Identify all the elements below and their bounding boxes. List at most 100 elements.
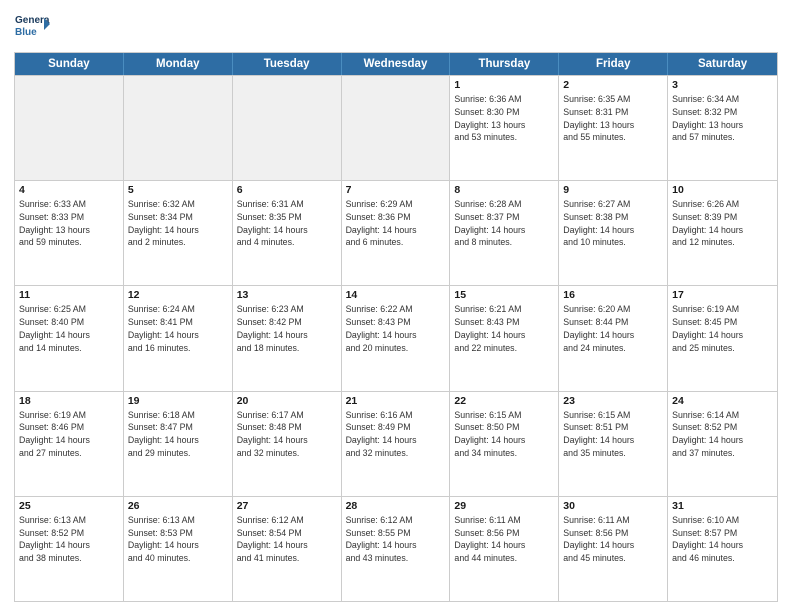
day-info: Sunrise: 6:15 AM Sunset: 8:51 PM Dayligh… (563, 409, 663, 460)
day-info: Sunrise: 6:26 AM Sunset: 8:39 PM Dayligh… (672, 198, 773, 249)
day-cell-23: 23 Sunrise: 6:15 AM Sunset: 8:51 PM Dayli… (559, 392, 668, 496)
logo-svg: General Blue (14, 10, 50, 46)
day-number: 20 (237, 395, 337, 407)
day-info: Sunrise: 6:34 AM Sunset: 8:32 PM Dayligh… (672, 93, 773, 144)
day-cell-4: 4 Sunrise: 6:33 AM Sunset: 8:33 PM Daylig… (15, 181, 124, 285)
day-number: 8 (454, 184, 554, 196)
day-info: Sunrise: 6:22 AM Sunset: 8:43 PM Dayligh… (346, 303, 446, 354)
day-info: Sunrise: 6:36 AM Sunset: 8:30 PM Dayligh… (454, 93, 554, 144)
day-info: Sunrise: 6:31 AM Sunset: 8:35 PM Dayligh… (237, 198, 337, 249)
day-cell-26: 26 Sunrise: 6:13 AM Sunset: 8:53 PM Dayli… (124, 497, 233, 601)
day-cell-empty-0-0 (15, 76, 124, 180)
calendar-header-row: SundayMondayTuesdayWednesdayThursdayFrid… (15, 53, 777, 75)
day-cell-20: 20Sunrise: 6:17 AM Sunset: 8:48 PM Dayli… (233, 392, 342, 496)
day-number: 30 (563, 500, 663, 512)
day-cell-8: 8 Sunrise: 6:28 AM Sunset: 8:37 PM Daylig… (450, 181, 559, 285)
day-cell-15: 15 Sunrise: 6:21 AM Sunset: 8:43 PM Dayli… (450, 286, 559, 390)
day-cell-empty-0-1 (124, 76, 233, 180)
weekday-header-saturday: Saturday (668, 53, 777, 75)
day-info: Sunrise: 6:14 AM Sunset: 8:52 PM Dayligh… (672, 409, 773, 460)
day-info: Sunrise: 6:29 AM Sunset: 8:36 PM Dayligh… (346, 198, 446, 249)
day-info: Sunrise: 6:19 AM Sunset: 8:45 PM Dayligh… (672, 303, 773, 354)
day-number: 22 (454, 395, 554, 407)
day-cell-30: 30Sunrise: 6:11 AM Sunset: 8:56 PM Dayli… (559, 497, 668, 601)
day-cell-19: 19Sunrise: 6:18 AM Sunset: 8:47 PM Dayli… (124, 392, 233, 496)
day-info: Sunrise: 6:16 AM Sunset: 8:49 PM Dayligh… (346, 409, 446, 460)
day-number: 9 (563, 184, 663, 196)
day-info: Sunrise: 6:13 AM Sunset: 8:53 PM Dayligh… (128, 514, 228, 565)
day-cell-2: 2Sunrise: 6:35 AM Sunset: 8:31 PM Daylig… (559, 76, 668, 180)
day-number: 7 (346, 184, 446, 196)
day-cell-7: 7 Sunrise: 6:29 AM Sunset: 8:36 PM Daylig… (342, 181, 451, 285)
day-cell-12: 12 Sunrise: 6:24 AM Sunset: 8:41 PM Dayli… (124, 286, 233, 390)
day-info: Sunrise: 6:27 AM Sunset: 8:38 PM Dayligh… (563, 198, 663, 249)
day-cell-16: 16 Sunrise: 6:20 AM Sunset: 8:44 PM Dayli… (559, 286, 668, 390)
day-number: 27 (237, 500, 337, 512)
day-info: Sunrise: 6:19 AM Sunset: 8:46 PM Dayligh… (19, 409, 119, 460)
day-cell-empty-0-3 (342, 76, 451, 180)
day-number: 17 (672, 289, 773, 301)
day-info: Sunrise: 6:35 AM Sunset: 8:31 PM Dayligh… (563, 93, 663, 144)
day-info: Sunrise: 6:20 AM Sunset: 8:44 PM Dayligh… (563, 303, 663, 354)
weekday-header-thursday: Thursday (450, 53, 559, 75)
calendar-body: 1 Sunrise: 6:36 AM Sunset: 8:30 PM Daylig… (15, 75, 777, 601)
header: General Blue (14, 10, 778, 46)
day-number: 29 (454, 500, 554, 512)
day-info: Sunrise: 6:28 AM Sunset: 8:37 PM Dayligh… (454, 198, 554, 249)
day-cell-21: 21 Sunrise: 6:16 AM Sunset: 8:49 PM Dayli… (342, 392, 451, 496)
weekday-header-monday: Monday (124, 53, 233, 75)
day-number: 15 (454, 289, 554, 301)
day-cell-9: 9 Sunrise: 6:27 AM Sunset: 8:38 PM Daylig… (559, 181, 668, 285)
day-info: Sunrise: 6:23 AM Sunset: 8:42 PM Dayligh… (237, 303, 337, 354)
day-info: Sunrise: 6:12 AM Sunset: 8:54 PM Dayligh… (237, 514, 337, 565)
calendar-row-2: 4 Sunrise: 6:33 AM Sunset: 8:33 PM Daylig… (15, 180, 777, 285)
day-number: 11 (19, 289, 119, 301)
day-number: 16 (563, 289, 663, 301)
day-number: 14 (346, 289, 446, 301)
day-info: Sunrise: 6:25 AM Sunset: 8:40 PM Dayligh… (19, 303, 119, 354)
day-number: 25 (19, 500, 119, 512)
day-cell-24: 24Sunrise: 6:14 AM Sunset: 8:52 PM Dayli… (668, 392, 777, 496)
day-cell-6: 6Sunrise: 6:31 AM Sunset: 8:35 PM Daylig… (233, 181, 342, 285)
weekday-header-friday: Friday (559, 53, 668, 75)
day-cell-empty-0-2 (233, 76, 342, 180)
calendar-row-3: 11 Sunrise: 6:25 AM Sunset: 8:40 PM Dayli… (15, 285, 777, 390)
day-info: Sunrise: 6:10 AM Sunset: 8:57 PM Dayligh… (672, 514, 773, 565)
day-cell-5: 5 Sunrise: 6:32 AM Sunset: 8:34 PM Daylig… (124, 181, 233, 285)
day-number: 31 (672, 500, 773, 512)
day-cell-31: 31 Sunrise: 6:10 AM Sunset: 8:57 PM Dayli… (668, 497, 777, 601)
day-number: 5 (128, 184, 228, 196)
calendar-row-1: 1 Sunrise: 6:36 AM Sunset: 8:30 PM Daylig… (15, 75, 777, 180)
day-cell-25: 25Sunrise: 6:13 AM Sunset: 8:52 PM Dayli… (15, 497, 124, 601)
calendar-row-5: 25Sunrise: 6:13 AM Sunset: 8:52 PM Dayli… (15, 496, 777, 601)
day-cell-17: 17 Sunrise: 6:19 AM Sunset: 8:45 PM Dayli… (668, 286, 777, 390)
logo: General Blue (14, 10, 50, 46)
day-cell-29: 29 Sunrise: 6:11 AM Sunset: 8:56 PM Dayli… (450, 497, 559, 601)
day-cell-28: 28Sunrise: 6:12 AM Sunset: 8:55 PM Dayli… (342, 497, 451, 601)
day-number: 4 (19, 184, 119, 196)
day-cell-10: 10Sunrise: 6:26 AM Sunset: 8:39 PM Dayli… (668, 181, 777, 285)
day-number: 18 (19, 395, 119, 407)
day-number: 21 (346, 395, 446, 407)
day-cell-11: 11 Sunrise: 6:25 AM Sunset: 8:40 PM Dayli… (15, 286, 124, 390)
day-number: 12 (128, 289, 228, 301)
day-number: 1 (454, 79, 554, 91)
day-info: Sunrise: 6:15 AM Sunset: 8:50 PM Dayligh… (454, 409, 554, 460)
day-info: Sunrise: 6:32 AM Sunset: 8:34 PM Dayligh… (128, 198, 228, 249)
day-number: 26 (128, 500, 228, 512)
day-cell-18: 18 Sunrise: 6:19 AM Sunset: 8:46 PM Dayli… (15, 392, 124, 496)
page: General Blue SundayMondayTuesdayWednesda… (0, 0, 792, 612)
day-cell-13: 13Sunrise: 6:23 AM Sunset: 8:42 PM Dayli… (233, 286, 342, 390)
day-info: Sunrise: 6:11 AM Sunset: 8:56 PM Dayligh… (454, 514, 554, 565)
day-number: 19 (128, 395, 228, 407)
calendar: SundayMondayTuesdayWednesdayThursdayFrid… (14, 52, 778, 602)
day-info: Sunrise: 6:33 AM Sunset: 8:33 PM Dayligh… (19, 198, 119, 249)
day-cell-22: 22 Sunrise: 6:15 AM Sunset: 8:50 PM Dayli… (450, 392, 559, 496)
day-info: Sunrise: 6:21 AM Sunset: 8:43 PM Dayligh… (454, 303, 554, 354)
svg-text:Blue: Blue (15, 27, 37, 38)
day-info: Sunrise: 6:24 AM Sunset: 8:41 PM Dayligh… (128, 303, 228, 354)
day-cell-14: 14 Sunrise: 6:22 AM Sunset: 8:43 PM Dayli… (342, 286, 451, 390)
weekday-header-tuesday: Tuesday (233, 53, 342, 75)
day-number: 23 (563, 395, 663, 407)
calendar-row-4: 18 Sunrise: 6:19 AM Sunset: 8:46 PM Dayli… (15, 391, 777, 496)
